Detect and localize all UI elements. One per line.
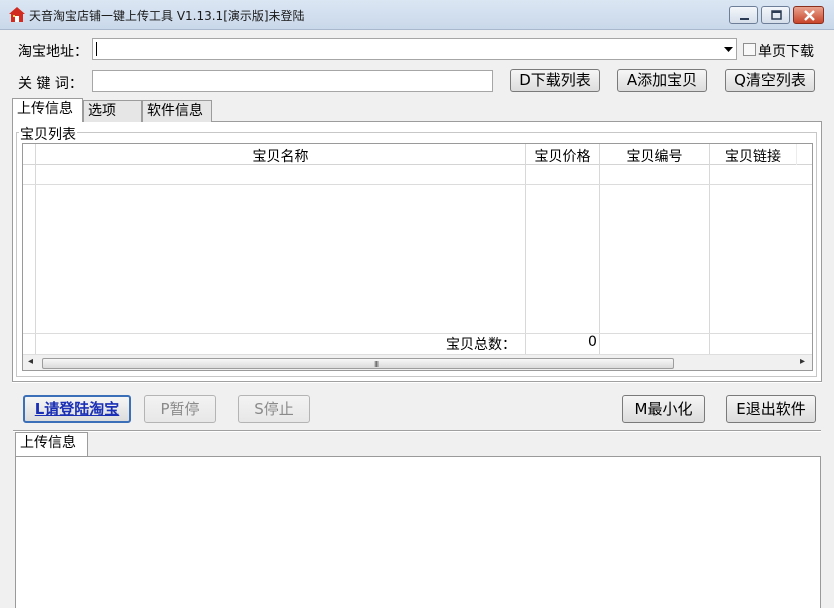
exit-app-button[interactable]: E退出软件 (726, 395, 816, 423)
minimize-icon (740, 18, 749, 20)
column-divider (525, 144, 526, 354)
minimize-app-button[interactable]: M最小化 (622, 395, 705, 423)
table-row[interactable] (23, 184, 812, 185)
total-count-label: 宝贝总数： (446, 337, 516, 353)
tab-upload-log[interactable]: 上传信息 (15, 432, 88, 456)
single-page-label[interactable]: 单页下载 (758, 41, 814, 61)
pause-button[interactable]: P暂停 (144, 395, 216, 423)
upload-log-area[interactable] (15, 456, 821, 608)
maximize-icon (771, 10, 782, 20)
keyword-label: 关 键 词： (18, 76, 83, 92)
item-table[interactable]: 宝贝名称 宝贝价格 宝贝编号 宝贝链接 宝贝总数： 0 ◂ III ▸ (22, 143, 813, 371)
clear-list-button[interactable]: Q清空列表 (725, 69, 815, 92)
column-divider (599, 144, 600, 354)
scroll-grip-icon: III (374, 360, 379, 369)
horizontal-scrollbar[interactable]: ◂ III ▸ (23, 354, 812, 370)
column-header-name[interactable]: 宝贝名称 (36, 146, 525, 166)
minimize-window-button[interactable] (729, 6, 758, 24)
column-header-price[interactable]: 宝贝价格 (526, 146, 599, 166)
row-header-divider (35, 144, 36, 354)
tab-upload-info[interactable]: 上传信息 (12, 98, 83, 122)
single-page-checkbox[interactable] (743, 43, 756, 56)
column-header-link[interactable]: 宝贝链接 (710, 146, 796, 166)
column-divider (709, 144, 710, 354)
total-count-value: 0 (588, 334, 597, 350)
item-list-title: 宝贝列表 (19, 124, 77, 144)
tab-software-info[interactable]: 软件信息 (142, 100, 212, 122)
column-divider (796, 144, 797, 165)
url-label: 淘宝地址： (18, 44, 88, 60)
scroll-left-icon[interactable]: ◂ (28, 356, 33, 367)
scroll-thumb[interactable]: III (42, 358, 674, 369)
keyword-input[interactable] (92, 70, 493, 92)
maximize-window-button[interactable] (761, 6, 790, 24)
table-row (23, 333, 812, 334)
url-combobox[interactable] (92, 38, 737, 60)
scroll-right-icon[interactable]: ▸ (800, 356, 805, 367)
login-button[interactable]: L请登陆淘宝 (23, 395, 131, 423)
section-divider (12, 381, 822, 383)
add-item-button[interactable]: A添加宝贝 (617, 69, 707, 92)
column-header-id[interactable]: 宝贝编号 (600, 146, 709, 166)
text-caret (96, 42, 97, 56)
tab-options[interactable]: 选项 (83, 100, 142, 122)
close-icon (804, 10, 815, 21)
log-divider (13, 430, 821, 432)
house-icon (9, 7, 25, 22)
chevron-down-icon[interactable] (724, 47, 733, 53)
stop-button[interactable]: S停止 (238, 395, 310, 423)
close-window-button[interactable] (793, 6, 824, 24)
download-list-button[interactable]: D下载列表 (510, 69, 600, 92)
window-title: 天音淘宝店铺一键上传工具 V1.13.1[演示版]未登陆 (29, 9, 305, 23)
